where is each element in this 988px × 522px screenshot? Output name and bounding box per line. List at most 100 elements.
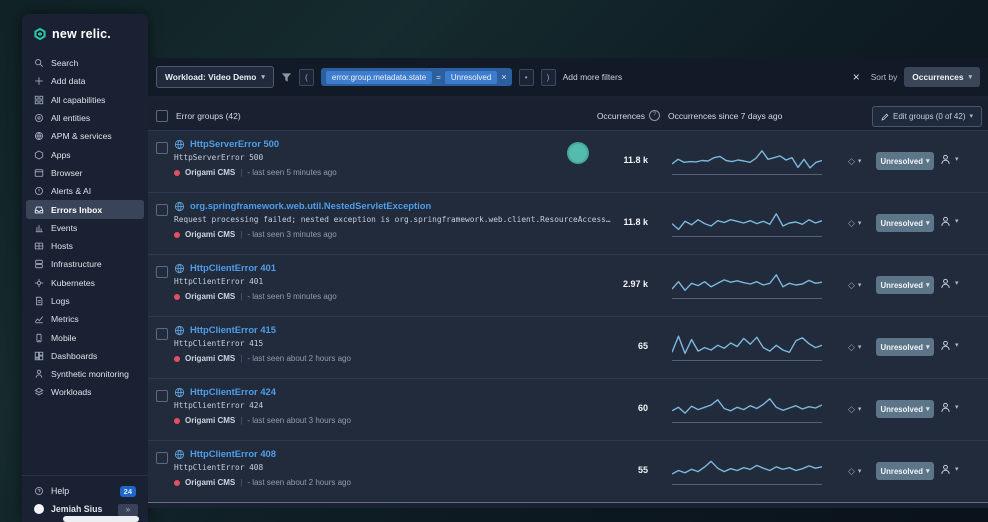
row-meta: Origami CMS | - last seen 9 minutes ago (174, 292, 337, 301)
chevron-down-icon: ▾ (925, 343, 930, 351)
sidebar-item-all-capabilities[interactable]: All capabilities (26, 91, 144, 109)
status-dropdown[interactable]: Unresolved ▾ (876, 152, 934, 170)
line-chart-icon (34, 316, 44, 324)
plus-icon (35, 77, 43, 86)
sidebar-item-label: Errors Inbox (51, 204, 103, 215)
sidebar-item-alerts-ai[interactable]: Alerts & AI (26, 182, 144, 200)
sidebar-item-dashboards[interactable]: Dashboards (26, 347, 144, 365)
sidebar-item-browser[interactable]: Browser (26, 164, 144, 182)
add-more-filters[interactable]: Add more filters (563, 72, 623, 82)
assign-user-dropdown[interactable]: ▾ (940, 464, 959, 475)
service-name[interactable]: Origami CMS (185, 354, 235, 363)
error-group-link[interactable]: HttpClientError 408 (190, 448, 276, 459)
row-checkbox[interactable] (156, 266, 168, 278)
assign-group-dropdown[interactable]: ◇ ▾ (848, 280, 861, 291)
sidebar-item-kubernetes[interactable]: Kubernetes (26, 274, 144, 292)
select-all-checkbox[interactable] (156, 110, 168, 122)
sidebar-item-search[interactable]: Search (26, 54, 144, 72)
group-open-button[interactable]: ( (298, 68, 314, 86)
group-close-button[interactable]: ) (540, 68, 556, 86)
error-message: HttpClientError 401 (174, 277, 264, 286)
chevron-down-icon: ▾ (955, 280, 959, 287)
close-icon[interactable]: × (849, 70, 864, 84)
globe-icon (174, 263, 185, 274)
info-icon[interactable]: ? (649, 110, 660, 121)
row-checkbox[interactable] (156, 204, 168, 216)
error-group-link[interactable]: HttpClientError 401 (190, 262, 276, 273)
assign-user-dropdown[interactable]: ▾ (940, 278, 959, 289)
sidebar-item-add-data[interactable]: Add data (26, 72, 144, 90)
sort-dropdown[interactable]: Occurrences ▾ (904, 67, 980, 87)
sidebar-item-workloads[interactable]: Workloads (26, 383, 144, 401)
error-group-link[interactable]: HttpClientError 424 (190, 386, 276, 397)
entities-icon (34, 113, 44, 123)
sidebar-item-mobile[interactable]: Mobile (26, 328, 144, 346)
error-group-link[interactable]: org.springframework.web.util.NestedServl… (190, 200, 431, 211)
error-group-link[interactable]: HttpServerError 500 (190, 138, 279, 149)
service-name[interactable]: Origami CMS (185, 416, 235, 425)
status-dropdown[interactable]: Unresolved ▾ (876, 338, 934, 356)
assign-user-dropdown[interactable]: ▾ (940, 340, 959, 351)
last-seen: - last seen about 2 hours ago (247, 354, 351, 363)
row-meta: Origami CMS | - last seen about 2 hours … (174, 354, 351, 363)
sidebar-collapse-button[interactable]: » (118, 504, 138, 516)
sidebar-item-all-entities[interactable]: All entities (26, 109, 144, 127)
row-checkbox[interactable] (156, 328, 168, 340)
last-seen: - last seen about 2 hours ago (247, 478, 351, 487)
sidebar-item-infrastructure[interactable]: Infrastructure (26, 255, 144, 273)
assign-user-dropdown[interactable]: ▾ (940, 154, 959, 165)
status-dropdown[interactable]: Unresolved ▾ (876, 276, 934, 294)
assign-group-dropdown[interactable]: ◇ ▾ (848, 342, 861, 353)
status-dropdown[interactable]: Unresolved ▾ (876, 400, 934, 418)
assign-group-dropdown[interactable]: ◇ ▾ (848, 404, 861, 415)
status-label: Unresolved (880, 466, 923, 476)
status-dropdown[interactable]: Unresolved ▾ (876, 462, 934, 480)
filter-value[interactable]: Unresolved (444, 70, 498, 84)
separator: | (240, 478, 243, 487)
sidebar-item-synthetic-monitoring[interactable]: Synthetic monitoring (26, 365, 144, 383)
sidebar-item-label: Synthetic monitoring (51, 369, 129, 380)
chevron-down-icon: ▾ (925, 405, 930, 413)
kubernetes-icon (34, 278, 44, 287)
service-name[interactable]: Origami CMS (185, 168, 235, 177)
help-item[interactable]: Help 24 (22, 482, 148, 500)
sidebar-item-label: Logs (51, 296, 70, 306)
error-group-link[interactable]: HttpClientError 415 (190, 324, 276, 335)
row-checkbox[interactable] (156, 452, 168, 464)
remove-filter-icon[interactable]: × (501, 72, 506, 82)
sidebar-item-logs[interactable]: Logs (26, 292, 144, 310)
row-checkbox[interactable] (156, 142, 168, 154)
assign-group-dropdown[interactable]: ◇ ▾ (848, 466, 861, 477)
service-name[interactable]: Origami CMS (185, 478, 235, 487)
service-name[interactable]: Origami CMS (185, 230, 235, 239)
diamond-icon: ◇ (848, 156, 855, 166)
brand-name: new relic. (52, 27, 111, 41)
sidebar-item-errors-inbox[interactable]: Errors Inbox (26, 200, 144, 219)
sidebar-item-label: Apps (51, 149, 71, 160)
row-checkbox[interactable] (156, 390, 168, 402)
assign-group-dropdown[interactable]: ◇ ▾ (848, 156, 861, 167)
sidebar-item-apm-services[interactable]: APM & services (26, 127, 144, 145)
assign-user-dropdown[interactable]: ▾ (940, 216, 959, 227)
sidebar-item-events[interactable]: Events (26, 219, 144, 237)
sidebar-item-hosts[interactable]: Hosts (26, 237, 144, 255)
sidebar-item-metrics[interactable]: Metrics (26, 310, 144, 328)
occurrences-header: Occurrences ? (548, 110, 660, 121)
add-condition-button[interactable]: • (518, 68, 534, 86)
dashboards-icon (34, 351, 44, 361)
status-label: Unresolved (880, 404, 923, 414)
edit-groups-button[interactable]: Edit groups (0 of 42) ▾ (872, 106, 982, 127)
workload-dropdown[interactable]: Workload: Video Demo ▾ (156, 66, 274, 88)
service-name[interactable]: Origami CMS (185, 292, 235, 301)
sidebar-item-apps[interactable]: Apps (26, 145, 144, 163)
assign-user-dropdown[interactable]: ▾ (940, 402, 959, 413)
edit-groups-label: Edit groups (0 of 42) (893, 112, 966, 121)
diamond-icon: ◇ (848, 218, 855, 228)
sort-by-label: Sort by (870, 72, 898, 82)
assign-group-dropdown[interactable]: ◇ ▾ (848, 218, 861, 229)
new-relic-logo-icon (34, 27, 46, 41)
sidebar-item-label: Events (51, 222, 78, 233)
filter-field[interactable]: error.group.metadata.state (325, 70, 433, 84)
status-dropdown[interactable]: Unresolved ▾ (876, 214, 934, 232)
filter-condition-pill[interactable]: error.group.metadata.state = Unresolved … (320, 68, 512, 86)
